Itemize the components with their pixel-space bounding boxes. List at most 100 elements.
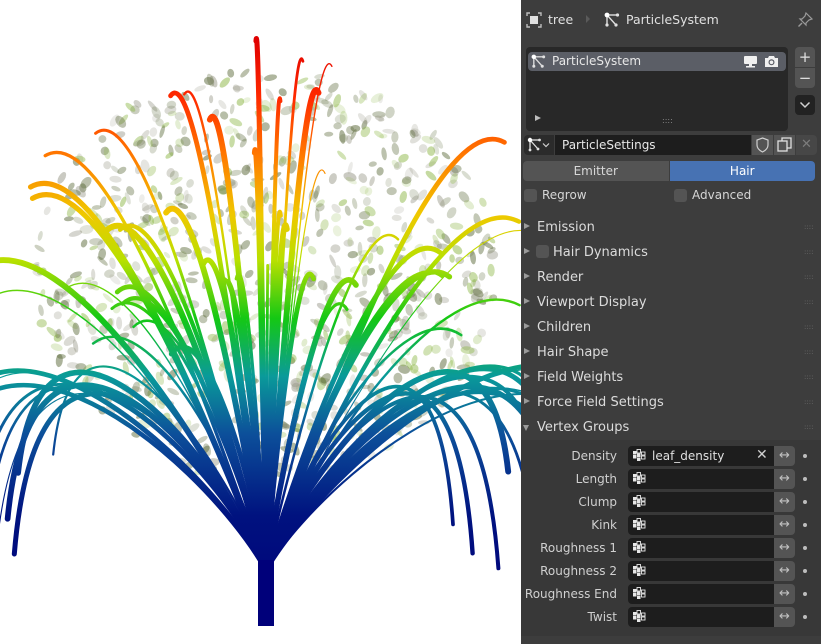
vertex-group-field-roughness-2[interactable] (628, 561, 774, 581)
remove-particle-system-button[interactable]: − (795, 68, 815, 88)
advanced-checkbox[interactable]: Advanced (674, 188, 751, 202)
leaf (263, 74, 278, 81)
regrow-checkbox[interactable]: Regrow (524, 188, 587, 202)
animate-property-dot[interactable] (803, 500, 807, 504)
list-menu-button[interactable] (795, 95, 815, 115)
particle-settings-selector: ParticleSettings ✕ (524, 135, 817, 155)
leaf (278, 177, 285, 190)
triangle-right-icon[interactable] (524, 248, 530, 254)
invert-vertex-group-button[interactable]: ↔ (774, 538, 795, 558)
panel-hair-dynamics[interactable]: Hair Dynamics:::: (521, 240, 821, 265)
panel-label: Children (537, 320, 592, 335)
invert-vertex-group-button[interactable]: ↔ (774, 469, 795, 489)
panel-field-weights[interactable]: Field Weights:::: (521, 365, 821, 390)
invert-vertex-group-button[interactable]: ↔ (774, 607, 795, 627)
animate-property-dot[interactable] (803, 477, 807, 481)
panel-emission[interactable]: Emission:::: (521, 215, 821, 240)
vertex-group-label: Roughness End (524, 587, 617, 601)
list-item-particle-system[interactable]: ParticleSystem (528, 52, 786, 71)
invert-vertex-group-button[interactable]: ↔ (774, 446, 795, 466)
add-particle-system-button[interactable]: + (795, 47, 815, 67)
breadcrumb-object[interactable]: tree (548, 12, 573, 27)
leaf (229, 135, 235, 148)
unlink-settings-button[interactable]: ✕ (796, 135, 817, 155)
tree-trunk (258, 560, 274, 626)
triangle-right-icon[interactable] (524, 398, 530, 404)
panel-viewport-display[interactable]: Viewport Display:::: (521, 290, 821, 315)
leaf (187, 271, 199, 276)
hair-dynamics-checkbox[interactable] (536, 245, 549, 258)
leaf (73, 216, 84, 224)
animate-property-dot[interactable] (803, 454, 807, 458)
triangle-right-icon[interactable] (535, 115, 541, 121)
triangle-right-icon[interactable] (524, 223, 530, 229)
particle-system-list[interactable]: ParticleSystem :::: (526, 47, 788, 131)
monitor-icon[interactable] (743, 55, 758, 68)
drag-grip-icon[interactable]: :::: (804, 298, 813, 306)
drag-grip-icon[interactable]: :::: (804, 248, 813, 256)
leaf (250, 216, 256, 231)
triangle-right-icon[interactable] (524, 348, 530, 354)
3d-viewport[interactable] (0, 0, 521, 644)
leaf (376, 167, 384, 176)
advanced-checkbox-box[interactable] (674, 188, 687, 202)
triangle-down-icon[interactable] (523, 425, 529, 431)
leaf (411, 123, 419, 136)
leaf (170, 216, 179, 225)
vertex-group-field-roughness-end[interactable] (628, 584, 774, 604)
vertex-group-field-roughness-1[interactable] (628, 538, 774, 558)
animate-property-dot[interactable] (803, 546, 807, 550)
drag-grip-icon[interactable]: :::: (804, 223, 813, 231)
vertex-group-field-kink[interactable] (628, 515, 774, 535)
vertex-group-value: leaf_density (652, 449, 725, 463)
triangle-right-icon[interactable] (524, 273, 530, 279)
leaf (329, 254, 337, 268)
animate-property-dot[interactable] (803, 615, 807, 619)
regrow-checkbox-box[interactable] (524, 188, 537, 202)
particle-system-icon (604, 12, 620, 27)
breadcrumb-particle-system[interactable]: ParticleSystem (626, 12, 719, 27)
drag-grip-icon[interactable]: :::: (804, 423, 813, 431)
triangle-right-icon[interactable] (524, 298, 530, 304)
fake-user-button[interactable] (752, 135, 773, 155)
leaf (358, 173, 368, 183)
particle-settings-name-field[interactable]: ParticleSettings (555, 135, 751, 155)
animate-property-dot[interactable] (803, 523, 807, 527)
drag-grip-icon[interactable]: :::: (804, 398, 813, 406)
vertex-group-field-clump[interactable] (628, 492, 774, 512)
drag-grip-icon[interactable]: :::: (804, 273, 813, 281)
invert-vertex-group-button[interactable]: ↔ (774, 492, 795, 512)
pin-icon[interactable] (797, 12, 813, 28)
vertex-group-field-length[interactable] (628, 469, 774, 489)
panel-render[interactable]: Render:::: (521, 265, 821, 290)
vertex-group-field-twist[interactable] (628, 607, 774, 627)
type-hair-button[interactable]: Hair (669, 161, 815, 181)
triangle-right-icon[interactable] (524, 373, 530, 379)
list-resize-grip[interactable]: :::: (662, 116, 673, 125)
triangle-right-icon[interactable] (524, 323, 530, 329)
duplicate-settings-button[interactable] (774, 135, 795, 155)
invert-vertex-group-button[interactable]: ↔ (774, 584, 795, 604)
panel-force-field-settings[interactable]: Force Field Settings:::: (521, 390, 821, 415)
drag-grip-icon[interactable]: :::: (804, 373, 813, 381)
camera-icon[interactable] (764, 55, 779, 68)
browse-settings-button[interactable] (524, 135, 554, 155)
animate-property-dot[interactable] (803, 592, 807, 596)
invert-vertex-group-button[interactable]: ↔ (774, 561, 795, 581)
panel-children[interactable]: Children:::: (521, 315, 821, 340)
list-item-label[interactable]: ParticleSystem (552, 54, 641, 68)
drag-grip-icon[interactable]: :::: (804, 323, 813, 331)
leaf (434, 292, 443, 306)
animate-property-dot[interactable] (803, 569, 807, 573)
type-emitter-button[interactable]: Emitter (523, 161, 669, 181)
drag-grip-icon[interactable]: :::: (804, 348, 813, 356)
panel-hair-shape[interactable]: Hair Shape:::: (521, 340, 821, 365)
breadcrumb-arrow-icon (586, 15, 590, 23)
invert-vertex-group-button[interactable]: ↔ (774, 515, 795, 535)
vertex-group-field-density[interactable]: leaf_density ✕ (628, 446, 774, 466)
leaf (418, 144, 428, 153)
clear-vertex-group-button[interactable]: ✕ (756, 447, 768, 463)
panel-vertex-groups[interactable]: Vertex Groups:::: (521, 415, 821, 440)
leaf (391, 214, 402, 222)
leaf (344, 205, 351, 216)
